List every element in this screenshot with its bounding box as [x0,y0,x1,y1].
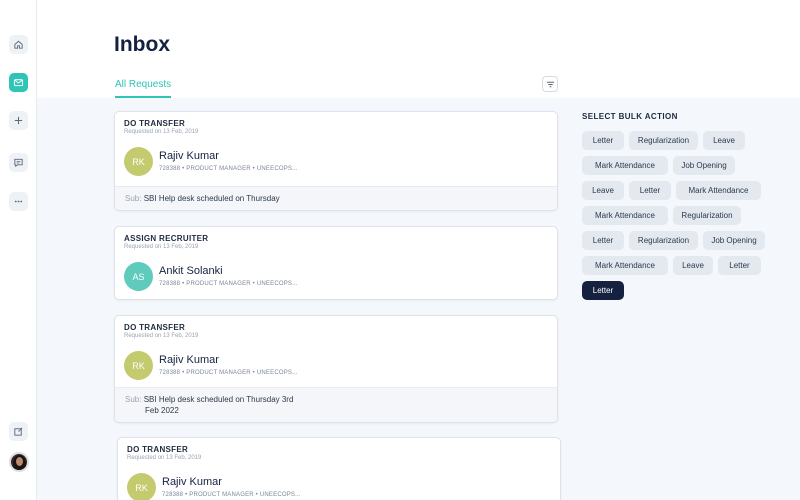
bulk-chip-mark-attendance[interactable]: Mark Attendance [582,156,668,175]
plus-icon[interactable] [9,111,28,130]
avatar: AS [124,262,153,291]
subject-label: Sub: [125,194,142,203]
sidebar [0,0,37,500]
bulk-chip-leave[interactable]: Leave [703,131,745,150]
home-icon[interactable] [9,35,28,54]
more-icon[interactable] [9,192,28,211]
bulk-chip-letter[interactable]: Letter [718,256,761,275]
employee-meta: 728388 • PRODUCT MANAGER • UNEECOPS... [159,281,298,287]
bulk-chip-leave[interactable]: Leave [582,181,624,200]
request-card[interactable]: DO TRANSFER Requested on 13 Feb, 2019 RK… [117,437,561,500]
employee-meta: 728388 • PRODUCT MANAGER • UNEECOPS... [162,492,301,498]
bulk-chip-mark-attendance[interactable]: Mark Attendance [582,256,668,275]
employee-meta: 728388 • PRODUCT MANAGER • UNEECOPS... [159,166,298,172]
request-subject: Sub: SBI Help desk scheduled on Thursday… [115,387,557,422]
request-date: Requested on 13 Feb, 2019 [124,333,199,339]
bulk-chip-mark-attendance[interactable]: Mark Attendance [582,206,668,225]
employee-name: Rajiv Kumar [162,476,222,488]
request-date: Requested on 13 Feb, 2019 [124,244,199,250]
avatar: RK [127,473,156,500]
avatar: RK [124,147,153,176]
page-title: Inbox [114,33,170,56]
bulk-chip-regularization[interactable]: Regularization [629,131,698,150]
request-date: Requested on 13 Feb, 2019 [127,455,202,461]
bulk-action-title: SELECT BULK ACTION [582,112,678,121]
bulk-chip-letter[interactable]: Letter [629,181,671,200]
bulk-chip-letter[interactable]: Letter [582,131,624,150]
request-type: ASSIGN RECRUITER [124,234,209,243]
request-card[interactable]: ASSIGN RECRUITER Requested on 13 Feb, 20… [114,226,558,300]
bulk-chip-regularization[interactable]: Regularization [673,206,741,225]
avatar-face [16,457,23,466]
subject-text: SBI Help desk scheduled on Thursday [143,194,280,203]
tab-all-requests[interactable]: All Requests [115,79,172,98]
request-card[interactable]: DO TRANSFER Requested on 13 Feb, 2019 RK… [114,111,558,211]
avatar: RK [124,351,153,380]
request-type: DO TRANSFER [124,323,186,332]
mail-icon[interactable] [9,73,28,92]
edit-icon[interactable] [9,422,28,441]
employee-name: Rajiv Kumar [159,354,219,366]
bulk-chip-regularization[interactable]: Regularization [629,231,698,250]
chat-icon[interactable] [9,153,28,172]
request-subject: Sub: SBI Help desk scheduled on Thursday [115,186,557,210]
request-type: DO TRANSFER [127,445,189,454]
bulk-chip-job-opening[interactable]: Job Opening [673,156,735,175]
employee-name: Ankit Solanki [159,265,223,277]
bulk-chip-letter-selected[interactable]: Letter [582,281,624,300]
subject-label: Sub: [125,395,142,404]
bulk-chip-leave[interactable]: Leave [673,256,713,275]
subject-text-continued: Feb 2022 [145,406,179,415]
filter-button[interactable] [542,76,558,92]
filter-icon [546,81,554,87]
request-type: DO TRANSFER [124,119,186,128]
bulk-chip-mark-attendance[interactable]: Mark Attendance [676,181,761,200]
bulk-chip-letter[interactable]: Letter [582,231,624,250]
employee-meta: 728388 • PRODUCT MANAGER • UNEECOPS... [159,370,298,376]
request-card[interactable]: DO TRANSFER Requested on 13 Feb, 2019 RK… [114,315,558,423]
bulk-chip-job-opening[interactable]: Job Opening [703,231,765,250]
header: Inbox All Requests [37,0,800,98]
employee-name: Rajiv Kumar [159,150,219,162]
subject-text: SBI Help desk scheduled on Thursday 3rd [143,395,294,404]
user-avatar[interactable] [9,452,29,472]
request-date: Requested on 13 Feb, 2019 [124,129,199,135]
